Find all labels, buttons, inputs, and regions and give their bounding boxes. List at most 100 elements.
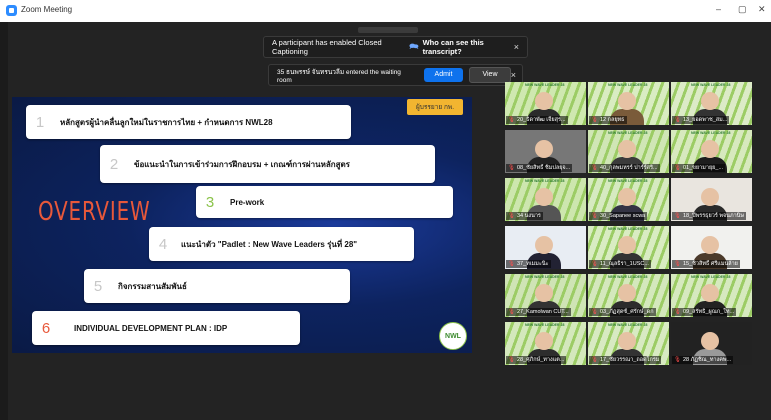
participant-face	[535, 140, 553, 158]
participant-name: 28 ภัฏชิณ_ทางคพ...	[682, 357, 732, 363]
muted-mic-icon: 🎙	[591, 213, 598, 219]
participant-face	[535, 236, 553, 254]
waiting-text: 35 ธนพรรษ์ จันทรนวลีม entered the waitin…	[277, 68, 401, 84]
participant-face	[618, 332, 636, 350]
close-icon[interactable]: ×	[511, 70, 516, 80]
participant-name: 18_ปีพรรธุยวร์ พจนภานิษ	[682, 213, 745, 219]
waiting-room-banner: 35 ธนพรรษ์ จันทรนวลีม entered the waitin…	[268, 64, 523, 86]
tile-header: NEW WAVE LEADER 28	[608, 323, 648, 327]
participant-name-label: 🎙 30_Sapanee scwa	[589, 212, 648, 220]
participant-tile[interactable]: NEW WAVE LEADER 28 🎙 40_กุลพมหรร์ ปาร์ร์สร…	[588, 130, 669, 173]
cc-text: A participant has enabled Closed Caption…	[272, 38, 382, 56]
minimize-button[interactable]: –	[716, 4, 721, 14]
participant-name-label: 🎙 28 ภัฏชิณ_ทางคพ...	[672, 356, 734, 364]
participant-name-label: 🎙 27_Kamolwan CUT...	[506, 308, 571, 316]
participant-name: 12 กลยุทธ	[599, 117, 625, 123]
participant-name: 30_Sapanee scwa	[599, 213, 646, 219]
muted-mic-icon: 🎙	[674, 261, 681, 267]
presenter-badge: ผู้บรรยาย กพ.	[407, 99, 463, 115]
maximize-button[interactable]: ▢	[738, 4, 747, 15]
participant-face	[535, 188, 553, 206]
participant-name-label: 🎙 34 นงนาร	[506, 212, 543, 220]
participant-tile[interactable]: 🎙 28 ภัฏชิณ_ทางคพ...	[671, 322, 752, 365]
muted-mic-icon: 🎙	[508, 357, 515, 363]
participant-face	[701, 188, 719, 206]
share-indicator	[358, 27, 418, 33]
muted-mic-icon: 🎙	[674, 213, 681, 219]
muted-mic-icon: 🎙	[674, 309, 681, 315]
participant-face	[618, 236, 636, 254]
muted-mic-icon: 🎙	[591, 117, 598, 123]
participant-name: 17_ชัยวรรณา_ถอดโกรม	[599, 357, 660, 363]
tile-header: NEW WAVE LEADER 28	[525, 179, 565, 183]
participant-name-label: 🎙 11_ณุลธิรา_1USC...	[589, 260, 651, 268]
participant-face	[701, 236, 719, 254]
participant-name-label: 🎙 03_ภัฏสุดซ์_ศรักษ์_ดก	[589, 308, 656, 316]
participant-tile[interactable]: 🎙 15_ชิวสิทธิ์ ศรีแมนล้าย	[671, 226, 752, 269]
participant-name: 13_ยอดพาช_สม...	[682, 117, 728, 123]
participant-tile[interactable]: NEW WAVE LEADER 28 🎙 28_ศุภิกษ์_ทางแต...	[505, 322, 586, 365]
participant-name-label: 🎙 18_ปีพรรธุยวร์ พจนภานิษ	[672, 212, 747, 220]
participant-tile[interactable]: NEW WAVE LEADER 28 🎙 30_Sapanee scwa	[588, 178, 669, 221]
participant-name: 11_ณุลธิรา_1USC...	[599, 261, 649, 267]
title-bar: Zoom Meeting – ▢ ✕	[0, 0, 771, 22]
transcript-link[interactable]: Who can see this transcript?	[423, 38, 514, 56]
participant-name: 27_Kamolwan CUT...	[516, 309, 569, 315]
agenda-item: 6 INDIVIDUAL DEVELOPMENT PLAN : IDP	[32, 311, 300, 345]
participant-face	[535, 332, 553, 350]
view-button[interactable]: View	[469, 67, 511, 83]
participant-face	[618, 284, 636, 302]
participant-tile[interactable]: NEW WAVE LEADER 28 🎙 09_สรัทธิ_ผูณก_ใท...	[671, 274, 752, 317]
participant-tile[interactable]: NEW WAVE LEADER 28 🎙 03_ภัฏสุดซ์_ศรักษ์_ดก	[588, 274, 669, 317]
tile-header: NEW WAVE LEADER 28	[608, 179, 648, 183]
participant-name-label: 🎙 17_ชัยวรรณา_ถอดโกรม	[589, 356, 662, 364]
participant-tile[interactable]: NEW WAVE LEADER 28 🎙 01_ขยามายุย_...	[671, 130, 752, 173]
zoom-logo-icon	[6, 5, 17, 16]
agenda-item: 2 ข้อแนะนำในการเข้าร่วมการฝึกอบรม + เกณฑ์…	[100, 145, 435, 183]
admit-button[interactable]: Admit	[423, 68, 464, 82]
tile-header: NEW WAVE LEADER 28	[691, 275, 731, 279]
muted-mic-icon: 🎙	[508, 213, 515, 219]
participant-tile[interactable]: NEW WAVE LEADER 28 🎙 27_Kamolwan CUT...	[505, 274, 586, 317]
participant-name-label: 🎙 28_ศุภิกษ์_ทางแต...	[506, 356, 567, 364]
participant-face	[701, 284, 719, 302]
tile-header: NEW WAVE LEADER 28	[608, 275, 648, 279]
cc-icon: 🗪	[409, 41, 419, 51]
agenda-item: 5 กิจกรรมสานสัมพันธ์	[84, 269, 350, 303]
participant-name: 20_ธิดาพัฒ เจิ้ยสุร...	[516, 117, 566, 123]
muted-mic-icon: 🎙	[591, 165, 598, 171]
cc-notification-banner: A participant has enabled Closed Caption…	[263, 36, 528, 58]
close-window-button[interactable]: ✕	[758, 4, 766, 15]
participant-name: 37_ทเมมะนิะ	[516, 261, 549, 267]
participant-tile[interactable]: NEW WAVE LEADER 28 🎙 20_ธิดาพัฒ เจิ้ยสุร..…	[505, 82, 586, 125]
muted-mic-icon: 🎙	[508, 309, 515, 315]
agenda-item: 4 แนะนำตัว "Padlet : New Wave Leaders รุ่…	[149, 227, 414, 261]
window-title: Zoom Meeting	[21, 5, 73, 14]
participant-face	[618, 92, 636, 110]
participant-name-label: 🎙 09_สรัทธิ_ผูณก_ใท...	[672, 308, 737, 316]
muted-mic-icon: 🎙	[591, 357, 598, 363]
participant-tile[interactable]: NEW WAVE LEADER 28 🎙 17_ชัยวรรณา_ถอดโกรม	[588, 322, 669, 365]
slide-overview-title: OVERVIEW	[38, 197, 151, 227]
participant-face	[535, 92, 553, 110]
participant-name: 08_ชัยสิทธิ์ ชิมปลยุจ...	[516, 165, 571, 171]
participant-name-label: 🎙 13_ยอดพาช_สม...	[672, 116, 730, 124]
muted-mic-icon: 🎙	[508, 261, 515, 267]
participant-tile[interactable]: NEW WAVE LEADER 28 🎙 13_ยอดพาช_สม...	[671, 82, 752, 125]
muted-mic-icon: 🎙	[591, 309, 598, 315]
nwl-logo: NWL	[439, 322, 467, 350]
agenda-item: 1 หลักสูตรผู้นำคลื่นลูกใหม่ในราชการไทย + …	[26, 105, 351, 139]
participant-name: 03_ภัฏสุดซ์_ศรักษ์_ดก	[599, 309, 654, 315]
participant-tile[interactable]: 🎙 08_ชัยสิทธิ์ ชิมปลยุจ...	[505, 130, 586, 173]
participant-tile[interactable]: 🎙 18_ปีพรรธุยวร์ พจนภานิษ	[671, 178, 752, 221]
muted-mic-icon: 🎙	[591, 261, 598, 267]
participant-name-label: 🎙 01_ขยามายุย_...	[672, 164, 726, 172]
close-icon[interactable]: ×	[514, 42, 519, 52]
participant-face	[701, 92, 719, 110]
participant-tile[interactable]: NEW WAVE LEADER 28 🎙 12 กลยุทธ	[588, 82, 669, 125]
participant-tile[interactable]: NEW WAVE LEADER 28 🎙 34 นงนาร	[505, 178, 586, 221]
tile-header: NEW WAVE LEADER 28	[608, 227, 648, 231]
participant-tile[interactable]: NEW WAVE LEADER 28 🎙 11_ณุลธิรา_1USC...	[588, 226, 669, 269]
participant-tile[interactable]: 🎙 37_ทเมมะนิะ	[505, 226, 586, 269]
tile-header: NEW WAVE LEADER 28	[691, 83, 731, 87]
